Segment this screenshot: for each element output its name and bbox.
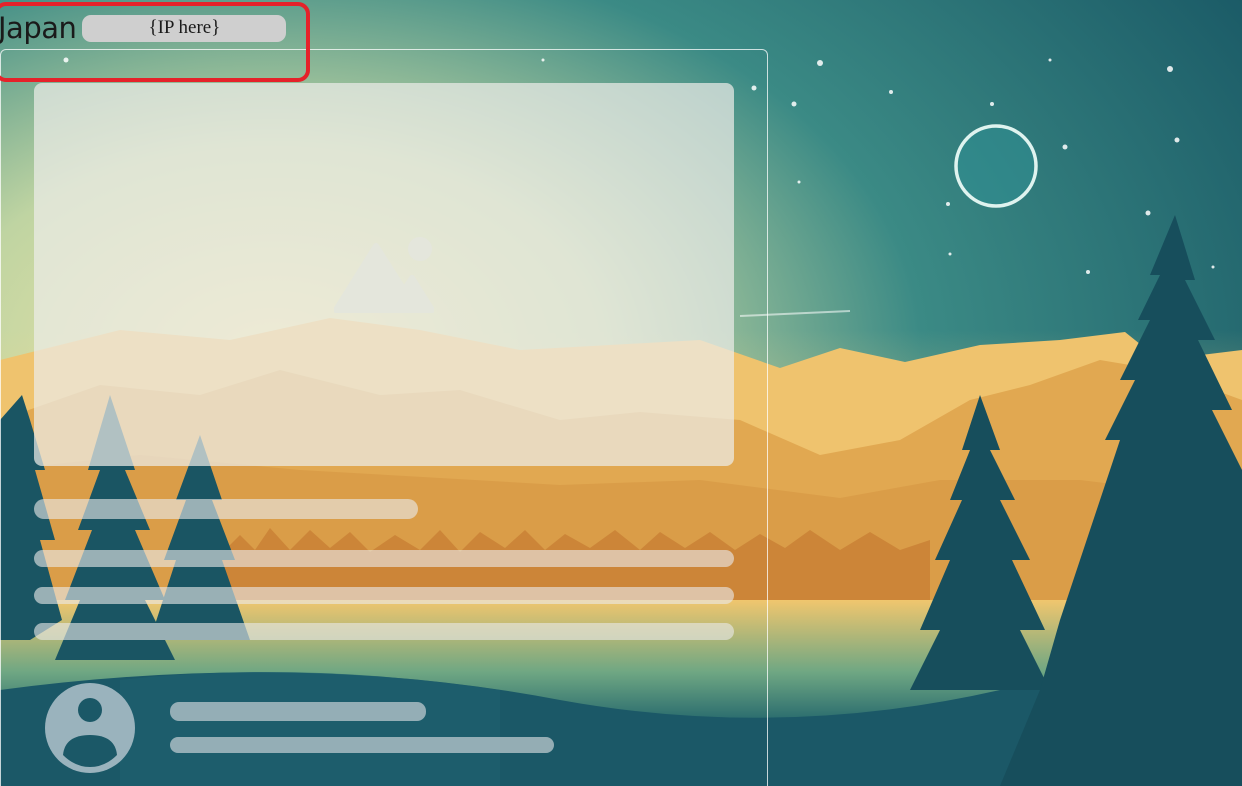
skeleton-title-line xyxy=(34,499,418,519)
skeleton-text-line xyxy=(34,587,734,604)
user-avatar-icon xyxy=(45,683,135,773)
skeleton-text-line xyxy=(34,550,734,567)
skeleton-author-meta xyxy=(170,737,554,753)
skeleton-author-name xyxy=(170,702,426,721)
highlight-box xyxy=(0,2,310,82)
skeleton-text-line xyxy=(34,623,734,640)
image-placeholder-icon xyxy=(334,237,434,313)
